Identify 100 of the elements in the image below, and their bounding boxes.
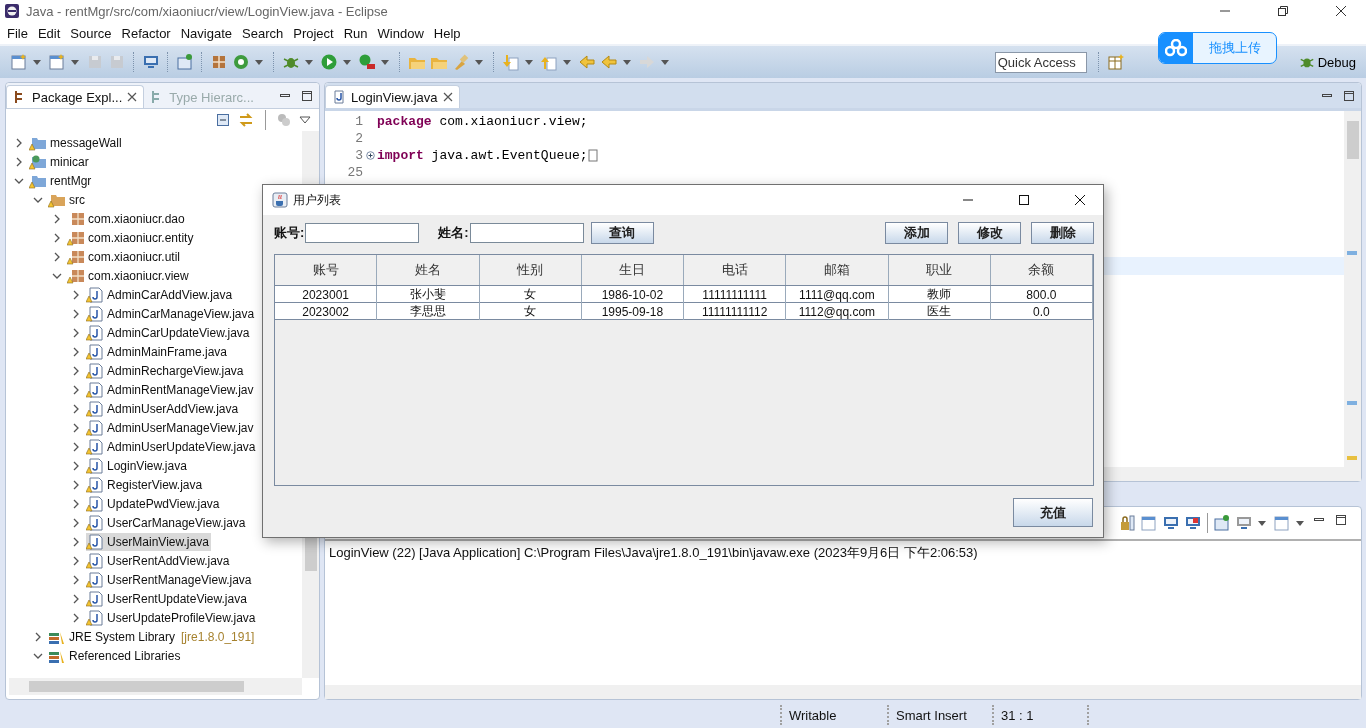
search-button[interactable]: 查询 bbox=[590, 222, 654, 244]
dropdown-caret-icon[interactable] bbox=[1258, 520, 1266, 526]
dropdown-caret-icon[interactable] bbox=[525, 59, 533, 65]
monitor-icon[interactable] bbox=[1162, 514, 1180, 532]
column-header[interactable]: 账号 bbox=[275, 255, 378, 285]
tree-item[interactable]: AdminRentManageView.jav bbox=[86, 380, 256, 399]
column-header[interactable]: 邮箱 bbox=[786, 255, 889, 285]
maximize-icon[interactable] bbox=[1343, 90, 1355, 102]
menu-item[interactable]: Refactor bbox=[121, 25, 178, 41]
expand-chevron-icon[interactable] bbox=[71, 441, 81, 452]
dropdown-caret-icon[interactable] bbox=[71, 59, 79, 65]
tree-item[interactable]: com.xiaoniucr.util bbox=[67, 247, 183, 266]
document-icon[interactable] bbox=[1140, 514, 1158, 532]
lock-icon[interactable] bbox=[1118, 514, 1136, 532]
tree-item[interactable]: messageWall bbox=[29, 133, 124, 152]
expand-chevron-icon[interactable] bbox=[14, 156, 24, 167]
expand-chevron-icon[interactable] bbox=[71, 365, 81, 376]
close-icon[interactable] bbox=[1074, 194, 1086, 206]
expand-chevron-icon[interactable] bbox=[71, 403, 81, 414]
tree-item[interactable]: LoginView.java bbox=[86, 456, 189, 475]
close-icon[interactable] bbox=[442, 92, 453, 102]
folded-code-marker-icon[interactable] bbox=[587, 149, 598, 162]
open-perspective-icon[interactable] bbox=[1106, 53, 1125, 71]
tree-item[interactable]: AdminRechargeView.java bbox=[86, 361, 246, 380]
menu-item[interactable]: Window bbox=[377, 25, 431, 41]
tree-item[interactable]: UserRentUpdateView.java bbox=[86, 589, 249, 608]
debug-perspective-button[interactable]: Debug bbox=[1296, 52, 1358, 72]
menu-item[interactable]: Run bbox=[343, 25, 375, 41]
tree-item[interactable]: rentMgr bbox=[29, 171, 94, 190]
dropdown-caret-icon[interactable] bbox=[255, 59, 263, 65]
menu-item[interactable]: Project bbox=[293, 25, 341, 41]
tree-item[interactable]: minicar bbox=[29, 152, 91, 171]
tree-item[interactable]: AdminUserManageView.jav bbox=[86, 418, 256, 437]
dropdown-caret-icon[interactable] bbox=[343, 59, 351, 65]
view-menu-icon[interactable] bbox=[299, 116, 311, 124]
maximize-icon[interactable] bbox=[301, 90, 313, 102]
expand-chevron-icon[interactable] bbox=[71, 346, 81, 357]
new-file-icon[interactable] bbox=[48, 53, 66, 71]
expand-chevron-icon[interactable] bbox=[71, 498, 81, 509]
column-header[interactable]: 姓名 bbox=[377, 255, 480, 285]
horizontal-scrollbar[interactable] bbox=[325, 685, 1361, 699]
expand-chevron-icon[interactable] bbox=[71, 460, 81, 471]
monitor-icon[interactable] bbox=[1184, 514, 1202, 532]
quick-access-field[interactable]: Quick Access bbox=[994, 51, 1087, 73]
recharge-button[interactable]: 充值 bbox=[1013, 498, 1093, 527]
dropdown-caret-icon[interactable] bbox=[475, 59, 483, 65]
tree-item[interactable]: AdminCarUpdateView.java bbox=[86, 323, 252, 342]
menu-item[interactable]: Navigate bbox=[180, 25, 239, 41]
expand-chevron-icon[interactable] bbox=[52, 213, 62, 224]
expand-chevron-icon[interactable] bbox=[71, 574, 81, 585]
dropdown-caret-icon[interactable] bbox=[381, 59, 389, 65]
column-header[interactable]: 生日 bbox=[581, 255, 684, 285]
monitor-icon[interactable] bbox=[1235, 514, 1253, 532]
tree-item[interactable]: com.xiaoniucr.dao bbox=[67, 209, 187, 228]
tree-item[interactable]: AdminUserAddView.java bbox=[86, 399, 241, 418]
play-icon[interactable] bbox=[320, 53, 338, 71]
view-tab[interactable]: Package Expl... bbox=[6, 85, 145, 108]
maximize-icon[interactable] bbox=[1335, 514, 1347, 526]
tree-item[interactable]: JRE System Library [jre1.8.0_191] bbox=[48, 627, 257, 646]
menu-item[interactable]: File bbox=[7, 25, 35, 41]
tree-item[interactable]: AdminCarManageView.java bbox=[86, 304, 257, 323]
expand-chevron-icon[interactable] bbox=[71, 327, 81, 338]
dropdown-caret-icon[interactable] bbox=[1296, 520, 1304, 526]
dropdown-caret-icon[interactable] bbox=[305, 59, 313, 65]
horizontal-scrollbar[interactable] bbox=[9, 678, 302, 695]
expand-chevron-icon[interactable] bbox=[71, 289, 81, 300]
expand-chevron-icon[interactable] bbox=[52, 232, 62, 243]
new-window-icon[interactable] bbox=[10, 53, 28, 71]
dropdown-caret-icon[interactable] bbox=[623, 59, 631, 65]
expand-chevron-icon[interactable] bbox=[71, 308, 81, 319]
expand-fold-icon[interactable] bbox=[365, 151, 375, 160]
dropdown-caret-icon[interactable] bbox=[661, 59, 669, 65]
expand-chevron-icon[interactable] bbox=[71, 517, 81, 528]
tree-item[interactable]: AdminCarAddView.java bbox=[86, 285, 235, 304]
tree-item[interactable]: Referenced Libraries bbox=[48, 646, 183, 665]
column-header[interactable]: 职业 bbox=[888, 255, 991, 285]
column-header[interactable]: 性别 bbox=[479, 255, 582, 285]
expand-chevron-icon[interactable] bbox=[71, 384, 81, 395]
collapse-all-icon[interactable] bbox=[216, 113, 230, 127]
menu-item[interactable]: Search bbox=[242, 25, 291, 41]
close-icon[interactable] bbox=[1335, 5, 1347, 17]
tree-item[interactable]: UserUpdateProfileView.java bbox=[86, 608, 258, 627]
dropdown-caret-icon[interactable] bbox=[563, 59, 571, 65]
tree-item[interactable]: UserCarManageView.java bbox=[86, 513, 248, 532]
tree-item[interactable]: com.xiaoniucr.entity bbox=[67, 228, 196, 247]
tree-item[interactable]: UpdatePwdView.java bbox=[86, 494, 222, 513]
run-icon[interactable] bbox=[358, 53, 376, 71]
tree-item[interactable]: UserRentManageView.java bbox=[86, 570, 254, 589]
action-button[interactable]: 删除 bbox=[1031, 222, 1094, 244]
tree-item[interactable]: RegisterView.java bbox=[86, 475, 205, 494]
dropdown-caret-icon[interactable] bbox=[33, 59, 41, 65]
action-button[interactable]: 添加 bbox=[885, 222, 948, 244]
tree-item[interactable]: AdminMainFrame.java bbox=[86, 342, 230, 361]
column-header[interactable]: 电话 bbox=[684, 255, 787, 285]
editor-tab[interactable]: LoginView.java bbox=[325, 85, 460, 108]
tree-item[interactable]: com.xiaoniucr.view bbox=[67, 266, 191, 285]
expand-chevron-icon[interactable] bbox=[71, 593, 81, 604]
expand-chevron-icon[interactable] bbox=[52, 251, 62, 262]
vertical-scrollbar[interactable] bbox=[1344, 111, 1361, 467]
tree-item[interactable]: AdminUserUpdateView.java bbox=[86, 437, 258, 456]
